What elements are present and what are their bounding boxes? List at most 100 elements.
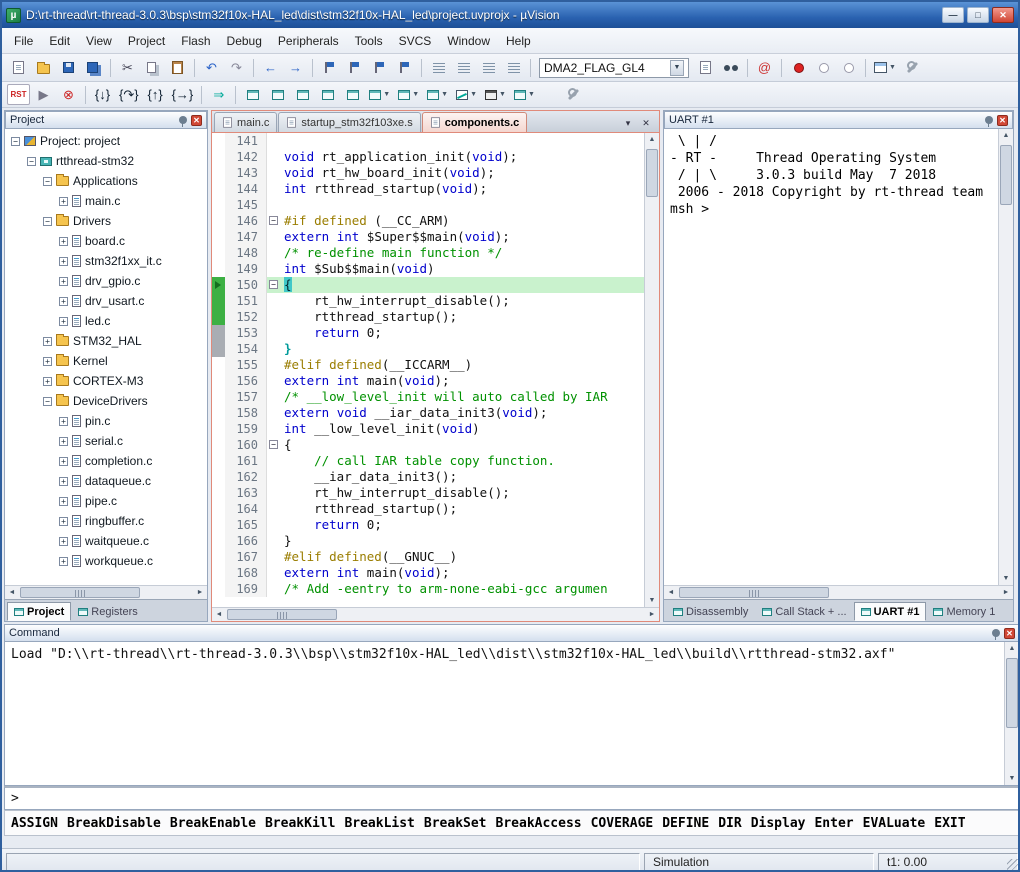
find-in-files-button[interactable] bbox=[694, 57, 717, 78]
tree-item-serial-c[interactable]: +serial.c bbox=[5, 431, 207, 451]
memory-window-button[interactable]: ▼ bbox=[395, 84, 422, 105]
menu-help[interactable]: Help bbox=[498, 31, 539, 51]
scroll-thumb[interactable] bbox=[1000, 145, 1012, 205]
command-exit[interactable]: EXIT bbox=[934, 816, 965, 831]
maximize-button[interactable]: □ bbox=[967, 7, 989, 23]
menu-window[interactable]: Window bbox=[439, 31, 498, 51]
expand-icon[interactable]: + bbox=[43, 337, 52, 346]
code-line-body[interactable]: int $Sub$$main(void) bbox=[267, 261, 644, 277]
scroll-thumb[interactable] bbox=[20, 587, 140, 598]
paste-button[interactable] bbox=[166, 57, 189, 78]
window-layout-button[interactable]: ▼ bbox=[871, 57, 899, 78]
new-file-button[interactable] bbox=[7, 57, 30, 78]
expand-icon[interactable]: + bbox=[59, 557, 68, 566]
close-panel-icon[interactable]: ✕ bbox=[1004, 628, 1015, 639]
command-enter[interactable]: Enter bbox=[814, 816, 853, 831]
step-over-button[interactable]: {↷} bbox=[116, 84, 142, 105]
command-breakkill[interactable]: BreakKill bbox=[265, 816, 335, 831]
open-file-button[interactable] bbox=[32, 57, 55, 78]
scroll-down-icon[interactable]: ▼ bbox=[645, 594, 659, 607]
scroll-thumb[interactable] bbox=[1006, 658, 1018, 728]
configure-button[interactable] bbox=[901, 57, 924, 78]
expand-icon[interactable]: + bbox=[59, 197, 68, 206]
expand-icon[interactable]: + bbox=[43, 357, 52, 366]
tree-item-devicedrivers[interactable]: −DeviceDrivers bbox=[5, 391, 207, 411]
scroll-up-icon[interactable]: ▲ bbox=[1005, 642, 1019, 655]
tree-item-project-project[interactable]: −Project: project bbox=[5, 131, 207, 151]
expand-icon[interactable]: + bbox=[59, 297, 68, 306]
run-to-cursor-button[interactable]: {→} bbox=[169, 84, 197, 105]
editor-hscrollbar[interactable]: ◄ ► bbox=[212, 607, 659, 621]
command-define[interactable]: DEFINE bbox=[662, 816, 709, 831]
kill-all-breakpoints-button[interactable] bbox=[837, 57, 860, 78]
analysis-window-button[interactable]: ▼ bbox=[453, 84, 480, 105]
pin-icon[interactable] bbox=[992, 629, 1000, 637]
code-line-body[interactable]: −#if defined (__CC_ARM) bbox=[267, 213, 644, 229]
code-line-body[interactable]: int __low_level_init(void) bbox=[267, 421, 644, 437]
find-button[interactable] bbox=[719, 57, 742, 78]
tree-item-ringbuffer-c[interactable]: +ringbuffer.c bbox=[5, 511, 207, 531]
expand-icon[interactable]: + bbox=[59, 417, 68, 426]
tree-item-workqueue-c[interactable]: +workqueue.c bbox=[5, 551, 207, 571]
scroll-down-icon[interactable]: ▼ bbox=[999, 572, 1013, 585]
expand-icon[interactable]: + bbox=[59, 317, 68, 326]
indent-right-button[interactable] bbox=[452, 57, 475, 78]
code-line-body[interactable]: −{ bbox=[267, 437, 644, 453]
tab-registers[interactable]: Registers bbox=[71, 602, 144, 621]
bookmark-toggle-button[interactable] bbox=[318, 57, 341, 78]
tree-item-pipe-c[interactable]: +pipe.c bbox=[5, 491, 207, 511]
collapse-icon[interactable]: − bbox=[43, 397, 52, 406]
title-bar[interactable]: µ D:\rt-thread\rt-thread-3.0.3\bsp\stm32… bbox=[2, 2, 1018, 28]
command-breaklist[interactable]: BreakList bbox=[344, 816, 414, 831]
chevron-down-icon[interactable]: ▼ bbox=[670, 60, 684, 76]
insert-breakpoint-button[interactable] bbox=[787, 57, 810, 78]
code-area[interactable]: 141142void rt_application_init(void);143… bbox=[212, 133, 644, 607]
expand-icon[interactable]: + bbox=[59, 277, 68, 286]
tab-call-stack-[interactable]: Call Stack + ... bbox=[755, 602, 853, 621]
save-button[interactable] bbox=[57, 57, 80, 78]
command-breakenable[interactable]: BreakEnable bbox=[170, 816, 256, 831]
close-panel-icon[interactable]: ✕ bbox=[997, 115, 1008, 126]
pin-icon[interactable] bbox=[985, 116, 993, 124]
tab-startup-stm32f103xe-s[interactable]: startup_stm32f103xe.s bbox=[278, 112, 420, 132]
code-line-body[interactable]: /* __low_level_init will auto called by … bbox=[267, 389, 644, 405]
menu-peripherals[interactable]: Peripherals bbox=[270, 31, 347, 51]
copy-button[interactable] bbox=[141, 57, 164, 78]
watch-window-button[interactable]: ▼ bbox=[366, 84, 393, 105]
symbol-window-button[interactable] bbox=[291, 84, 314, 105]
command-display[interactable]: Display bbox=[751, 816, 806, 831]
command-breakset[interactable]: BreakSet bbox=[424, 816, 487, 831]
show-next-statement-button[interactable]: ⇒ bbox=[207, 84, 230, 105]
uncomment-selection-button[interactable] bbox=[502, 57, 525, 78]
code-line-body[interactable]: rtthread_startup(); bbox=[267, 501, 644, 517]
menu-edit[interactable]: Edit bbox=[41, 31, 78, 51]
tab-memory-1[interactable]: Memory 1 bbox=[926, 602, 1002, 621]
expand-icon[interactable]: + bbox=[59, 457, 68, 466]
expand-icon[interactable]: + bbox=[59, 497, 68, 506]
fold-toggle[interactable]: − bbox=[269, 440, 278, 449]
tree-item-kernel[interactable]: +Kernel bbox=[5, 351, 207, 371]
uart-hscrollbar[interactable]: ◄ ► bbox=[664, 585, 1013, 599]
undo-button[interactable]: ↶ bbox=[200, 57, 223, 78]
expand-icon[interactable]: + bbox=[59, 257, 68, 266]
tree-item-cortex-m3[interactable]: +CORTEX-M3 bbox=[5, 371, 207, 391]
call-stack-window-button[interactable] bbox=[341, 84, 364, 105]
menu-svcs[interactable]: SVCS bbox=[391, 31, 440, 51]
bookmark-next-button[interactable] bbox=[368, 57, 391, 78]
scroll-up-icon[interactable]: ▲ bbox=[645, 133, 659, 146]
fold-toggle[interactable]: − bbox=[269, 216, 278, 225]
tree-item-dataqueue-c[interactable]: +dataqueue.c bbox=[5, 471, 207, 491]
collapse-icon[interactable]: − bbox=[43, 217, 52, 226]
reset-cpu-button[interactable]: RST bbox=[7, 84, 30, 105]
tab-main-c[interactable]: main.c bbox=[214, 112, 277, 132]
menu-view[interactable]: View bbox=[78, 31, 120, 51]
code-line-body[interactable] bbox=[267, 197, 644, 213]
menu-debug[interactable]: Debug bbox=[219, 31, 270, 51]
command-breakaccess[interactable]: BreakAccess bbox=[496, 816, 582, 831]
code-line-body[interactable]: #elif defined(__ICCARM__) bbox=[267, 357, 644, 373]
tree-item-rtthread-stm32[interactable]: −rtthread-stm32 bbox=[5, 151, 207, 171]
command-input[interactable]: > bbox=[4, 786, 1020, 810]
trace-window-button[interactable]: ▼ bbox=[482, 84, 509, 105]
disable-breakpoint-button[interactable] bbox=[812, 57, 835, 78]
tree-item-waitqueue-c[interactable]: +waitqueue.c bbox=[5, 531, 207, 551]
